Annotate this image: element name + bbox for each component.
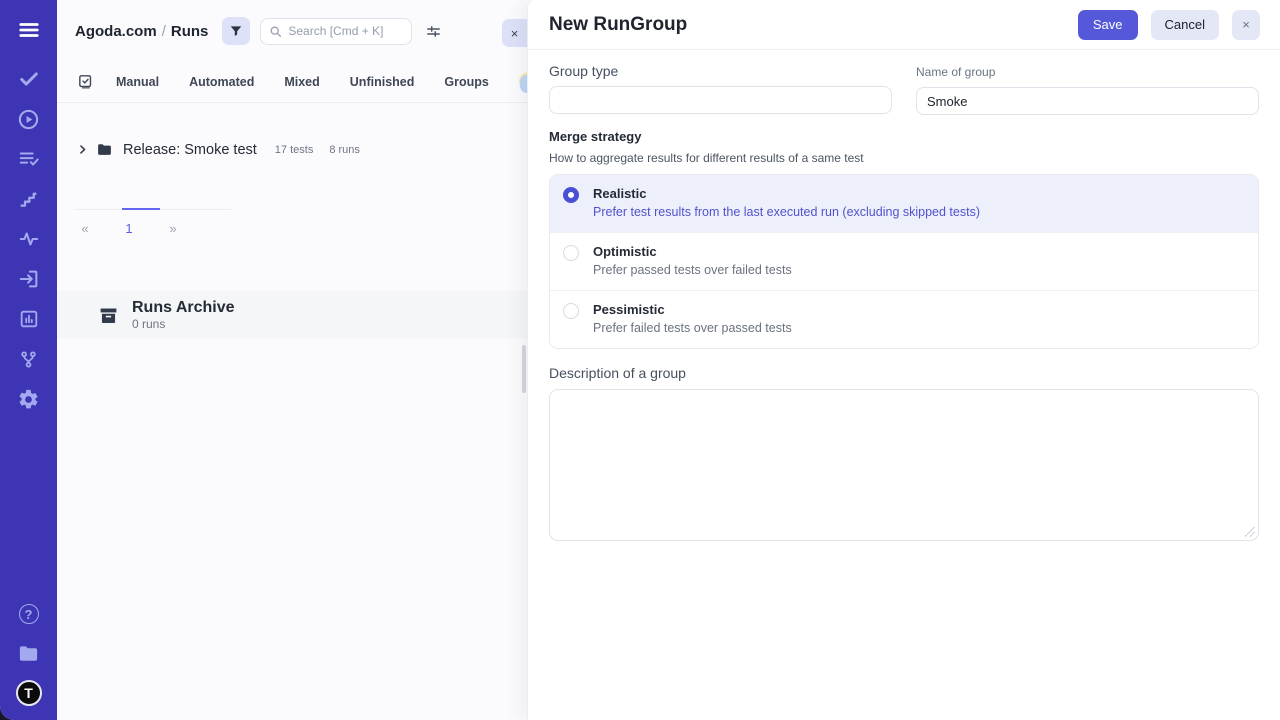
pagination-active-indicator — [122, 208, 160, 210]
tab-unfinished[interactable]: Unfinished — [350, 75, 415, 89]
option-optimistic[interactable]: Optimistic Prefer passed tests over fail… — [550, 232, 1258, 290]
description-label: Description of a group — [549, 365, 1259, 381]
option-optimistic-description: Prefer passed tests over failed tests — [593, 263, 792, 277]
runs-panel-header: Agoda.com / Runs — [57, 0, 527, 45]
drawer-header: New RunGroup Save Cancel × — [528, 0, 1280, 50]
runs-count: 8 runs — [329, 144, 360, 156]
group-type-field: Group type — [549, 63, 892, 115]
avatar[interactable]: T — [16, 680, 42, 706]
milestones-steps-icon[interactable] — [17, 187, 41, 211]
pagination-track — [75, 209, 231, 210]
option-pessimistic-title: Pessimistic — [593, 302, 792, 317]
pagination-page-1[interactable]: 1 — [109, 221, 149, 236]
select-runs-icon[interactable] — [77, 73, 94, 90]
radio-selected-icon[interactable] — [563, 187, 579, 203]
filter-button[interactable] — [222, 17, 250, 45]
option-realistic-title: Realistic — [593, 186, 980, 201]
name-of-group-label: Name of group — [916, 65, 1259, 79]
runs-archive-row[interactable]: Runs Archive 0 runs — [57, 291, 527, 339]
description-textarea[interactable] — [549, 389, 1259, 541]
run-group-title[interactable]: Release: Smoke test — [123, 142, 257, 158]
tests-count: 17 tests — [275, 144, 314, 156]
scrollbar-thumb[interactable] — [522, 345, 526, 393]
close-icon[interactable]: × — [1232, 10, 1260, 40]
archive-icon — [98, 305, 119, 326]
merge-strategy-label: Merge strategy — [549, 129, 1259, 144]
runs-panel: Agoda.com/Runs Manual Automat — [57, 0, 527, 720]
tab-mixed[interactable]: Mixed — [284, 75, 319, 89]
pagination-prev[interactable]: « — [75, 221, 95, 236]
chevron-right-icon[interactable] — [77, 144, 88, 155]
breadcrumb-section[interactable]: Runs — [171, 23, 209, 40]
search-icon — [269, 25, 282, 38]
filter-tabs: Manual Automated Mixed Unfinished Groups… — [57, 61, 527, 103]
archive-subtitle: 0 runs — [132, 317, 235, 331]
search-box — [260, 18, 412, 45]
analytics-chart-icon[interactable] — [17, 307, 41, 331]
option-optimistic-title: Optimistic — [593, 244, 792, 259]
save-button[interactable]: Save — [1078, 10, 1138, 40]
runs-play-circle-icon[interactable] — [17, 107, 41, 131]
merge-strategy-options: Realistic Prefer test results from the l… — [549, 174, 1259, 349]
option-pessimistic-description: Prefer failed tests over passed tests — [593, 321, 792, 335]
name-of-group-input[interactable] — [916, 87, 1259, 115]
search-input[interactable] — [288, 24, 403, 38]
menu-icon[interactable] — [15, 16, 43, 44]
breadcrumb-separator: / — [162, 23, 166, 40]
truncated-badge[interactable] — [520, 75, 527, 93]
option-realistic[interactable]: Realistic Prefer test results from the l… — [550, 175, 1258, 232]
tab-automated[interactable]: Automated — [189, 75, 254, 89]
adjustments-icon[interactable] — [421, 19, 445, 43]
tab-groups[interactable]: Groups — [444, 75, 488, 89]
test-plans-list-check-icon[interactable] — [17, 147, 41, 171]
app-window: ? T Agoda.com / Runs — [0, 0, 1280, 720]
pagination-next[interactable]: » — [163, 221, 183, 236]
sidebar-footer: ? T — [16, 602, 42, 706]
option-realistic-description: Prefer test results from the last execut… — [593, 205, 980, 219]
help-icon[interactable]: ? — [17, 602, 41, 626]
sidebar-nav — [17, 67, 41, 411]
projects-folder-icon[interactable] — [17, 641, 41, 665]
radio-unselected-icon[interactable] — [563, 245, 579, 261]
cancel-button[interactable]: Cancel — [1151, 10, 1219, 40]
pulse-icon[interactable] — [17, 227, 41, 251]
folder-icon — [96, 141, 113, 158]
pagination: « 1 » — [75, 209, 231, 236]
radio-unselected-icon[interactable] — [563, 303, 579, 319]
option-pessimistic[interactable]: Pessimistic Prefer failed tests over pas… — [550, 290, 1258, 348]
traceability-branch-icon[interactable] — [17, 347, 41, 371]
breadcrumb: Agoda.com / Runs — [75, 23, 208, 40]
import-icon[interactable] — [17, 267, 41, 291]
group-type-input[interactable] — [549, 86, 892, 114]
sidebar: ? T — [0, 0, 57, 720]
archive-title: Runs Archive — [132, 299, 235, 317]
tab-manual[interactable]: Manual — [116, 75, 159, 89]
drawer-body: Group type Name of group Merge strategy … — [528, 50, 1280, 541]
group-type-label: Group type — [549, 63, 892, 79]
avatar-letter: T — [24, 685, 33, 701]
merge-strategy-hint: How to aggregate results for different r… — [549, 151, 1259, 165]
panel-close-button[interactable]: × — [502, 19, 527, 47]
resize-grip-icon[interactable] — [1245, 527, 1255, 537]
settings-gear-icon[interactable] — [17, 387, 41, 411]
funnel-icon — [229, 24, 243, 38]
drawer-title: New RunGroup — [549, 14, 1078, 36]
run-group-row[interactable]: Release: Smoke test 17 tests 8 runs — [77, 141, 360, 158]
new-rungroup-drawer: New RunGroup Save Cancel × Group type Na… — [527, 0, 1280, 720]
breadcrumb-project[interactable]: Agoda.com — [75, 23, 157, 40]
tests-check-icon[interactable] — [17, 67, 41, 91]
name-of-group-field: Name of group — [916, 63, 1259, 115]
help-question-glyph: ? — [19, 604, 39, 624]
